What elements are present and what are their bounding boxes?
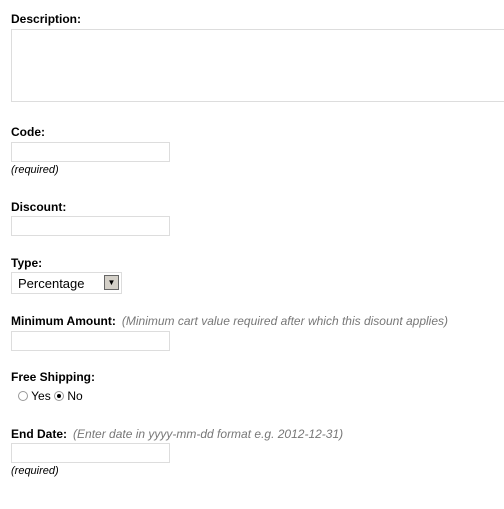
minimum-amount-hint: (Minimum cart value required after which… [121, 314, 449, 328]
free-shipping-options: Yes No [18, 389, 83, 403]
code-input[interactable] [11, 142, 170, 162]
description-textarea[interactable] [11, 29, 504, 102]
end-date-input[interactable] [11, 443, 170, 463]
end-date-hint: (Enter date in yyyy-mm-dd format e.g. 20… [73, 427, 344, 441]
type-select[interactable]: Percentage ▼ [11, 272, 122, 294]
free-shipping-yes-label: Yes [31, 389, 51, 403]
end-date-required-note: (required) [11, 465, 59, 477]
free-shipping-no-label: No [67, 389, 83, 403]
minimum-amount-label-text: Minimum Amount: [11, 314, 116, 328]
minimum-amount-input[interactable] [11, 331, 170, 351]
code-label: Code: [11, 125, 45, 139]
discount-input[interactable] [11, 216, 170, 236]
type-label: Type: [11, 256, 43, 270]
description-label: Description: [11, 12, 82, 26]
type-selected-value: Percentage [18, 275, 85, 291]
code-required-note: (required) [11, 164, 59, 176]
chevron-down-icon[interactable]: ▼ [104, 275, 119, 290]
free-shipping-label: Free Shipping: [11, 370, 95, 384]
free-shipping-yes-radio[interactable] [18, 391, 28, 401]
minimum-amount-label: Minimum Amount: (Minimum cart value requi… [11, 314, 448, 328]
end-date-label-text: End Date: [11, 427, 68, 441]
discount-label: Discount: [11, 200, 67, 214]
end-date-label: End Date: (Enter date in yyyy-mm-dd forma… [11, 427, 343, 441]
free-shipping-no-radio[interactable] [54, 391, 65, 401]
